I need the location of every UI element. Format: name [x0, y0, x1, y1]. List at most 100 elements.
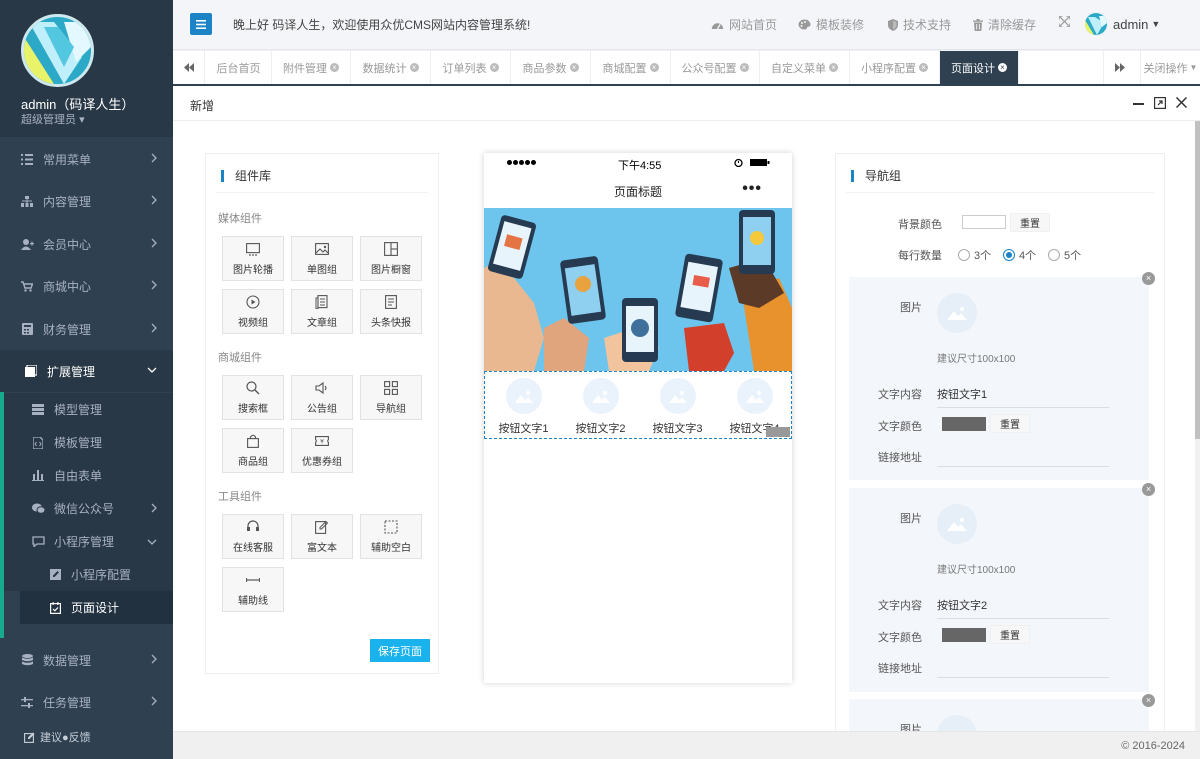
- per-row-radio-3[interactable]: 3个: [958, 247, 991, 263]
- text-color-reset-button[interactable]: 重置: [990, 414, 1030, 433]
- tab-dashboard[interactable]: 后台首页: [206, 51, 272, 84]
- tab-scroll-left-button[interactable]: [173, 51, 205, 84]
- sidebar-toggle-button[interactable]: [190, 13, 212, 35]
- bg-color-reset-button[interactable]: 重置: [1010, 213, 1050, 232]
- more-icon[interactable]: •••: [742, 181, 762, 197]
- sidebar-item-finance[interactable]: 财务管理: [0, 308, 173, 350]
- chevron-right-icon: [151, 280, 157, 290]
- component-products[interactable]: 商品组: [222, 428, 284, 473]
- minimize-button[interactable]: [1133, 103, 1144, 105]
- tab-attachments[interactable]: 附件管理 ×: [272, 51, 351, 84]
- site-home-link[interactable]: 网站首页: [711, 16, 777, 33]
- close-operations-dropdown[interactable]: 关闭操作 ▼: [1140, 51, 1200, 84]
- component-image-carousel[interactable]: 图片轮播: [222, 236, 284, 281]
- text-color-reset-button[interactable]: 重置: [990, 625, 1030, 644]
- text-input[interactable]: 按钮文字1: [937, 386, 1109, 408]
- nav-button-label: 按钮文字2: [575, 423, 626, 435]
- component-image-window[interactable]: 图片橱窗: [360, 236, 422, 281]
- component-divider-line[interactable]: 辅助线: [222, 567, 284, 612]
- sidebar-subitem-miniprogram-config[interactable]: 小程序配置: [4, 558, 173, 591]
- tab-official-account-config[interactable]: 公众号配置 ×: [671, 51, 760, 84]
- component-coupons[interactable]: ¥ 优惠券组: [291, 428, 353, 473]
- link-input[interactable]: [937, 677, 1109, 678]
- sidebar-item-common[interactable]: 常用菜单: [0, 138, 173, 180]
- tab-close-icon[interactable]: ×: [739, 63, 749, 72]
- bg-color-picker[interactable]: [962, 215, 1006, 229]
- component-blank-space[interactable]: 辅助空白: [360, 514, 422, 559]
- component-library-panel: 组件库 媒体组件 图片轮播 单图组 图片橱窗 视频组 文章组 头条快报 商城组件…: [205, 153, 439, 674]
- nav-button-3[interactable]: 按钮文字3: [639, 378, 716, 436]
- tab-miniprogram-config[interactable]: 小程序配置 ×: [850, 51, 940, 84]
- feedback-link[interactable]: 建议●反馈: [0, 715, 173, 759]
- tab-label: 商城配置: [602, 62, 647, 75]
- delete-component-button[interactable]: [766, 427, 790, 437]
- radio-label: 3个: [974, 250, 992, 262]
- component-customer-service[interactable]: 在线客服: [222, 514, 284, 559]
- tab-product-params[interactable]: 商品参数 ×: [511, 51, 591, 84]
- navigation-group-preview[interactable]: 按钮文字1 按钮文字2 按钮文字3 按钮文字4: [484, 371, 792, 439]
- sidebar-subitem-wechat[interactable]: 微信公众号: [4, 492, 173, 525]
- remove-card-button[interactable]: ×: [1142, 272, 1155, 285]
- close-button[interactable]: [1176, 97, 1187, 108]
- sidebar-subitem-forms[interactable]: 自由表单: [4, 459, 173, 492]
- link-input[interactable]: [937, 466, 1109, 467]
- banner-image[interactable]: [484, 208, 792, 371]
- text-color-picker[interactable]: [942, 417, 986, 431]
- sidebar-item-data[interactable]: 数据管理: [0, 639, 173, 681]
- tab-close-icon[interactable]: ×: [489, 63, 499, 72]
- chat-icon: [31, 535, 45, 549]
- remove-card-button[interactable]: ×: [1142, 483, 1155, 496]
- text-input[interactable]: 按钮文字2: [937, 597, 1109, 619]
- per-row-radio-5[interactable]: 5个: [1048, 247, 1081, 263]
- admin-menu[interactable]: admin ▼: [1085, 13, 1160, 35]
- fullscreen-button[interactable]: [1059, 16, 1075, 27]
- component-search[interactable]: 搜索框: [222, 375, 284, 420]
- tab-orders[interactable]: 订单列表 ×: [431, 51, 511, 84]
- tab-label: 订单列表: [442, 62, 487, 75]
- tab-close-icon[interactable]: ×: [330, 63, 339, 72]
- component-notice[interactable]: 公告组: [291, 375, 353, 420]
- template-decorate-link[interactable]: 模板装修: [798, 16, 864, 33]
- sidebar-subitem-page-design[interactable]: 页面设计: [20, 591, 173, 624]
- per-row-radio-4[interactable]: 4个: [1003, 247, 1036, 263]
- tab-scroll-right-button[interactable]: [1103, 51, 1135, 84]
- tab-close-icon[interactable]: ×: [569, 63, 579, 72]
- nav-button-2[interactable]: 按钮文字2: [562, 378, 639, 436]
- sidebar-item-shop[interactable]: 商城中心: [0, 265, 173, 307]
- remove-card-button[interactable]: ×: [1142, 694, 1155, 707]
- tab-close-icon[interactable]: ×: [649, 63, 659, 72]
- sidebar-subitem-miniprogram[interactable]: 小程序管理: [4, 525, 173, 558]
- sidebar-subitem-models[interactable]: 模型管理: [4, 393, 173, 426]
- tab-close-icon[interactable]: ×: [919, 63, 928, 72]
- user-add-icon: [20, 237, 34, 251]
- sidebar-subitem-templates[interactable]: 模板管理: [4, 426, 173, 459]
- text-color-picker[interactable]: [942, 628, 986, 642]
- user-role-dropdown[interactable]: 超级管理员 ▾: [21, 111, 85, 127]
- tab-close-icon[interactable]: ×: [409, 63, 419, 72]
- tab-close-icon[interactable]: ×: [998, 63, 1007, 72]
- component-single-image[interactable]: 单图组: [291, 236, 353, 281]
- component-article[interactable]: 文章组: [291, 289, 353, 334]
- sidebar-item-extensions[interactable]: 扩展管理: [0, 350, 173, 392]
- tech-support-link[interactable]: 技术支持: [888, 16, 951, 33]
- component-video[interactable]: 视频组: [222, 289, 284, 334]
- tab-custom-menu[interactable]: 自定义菜单 ×: [760, 51, 850, 84]
- component-navigation[interactable]: 导航组: [360, 375, 422, 420]
- component-rich-text[interactable]: 富文本: [291, 514, 353, 559]
- tab-close-icon[interactable]: ×: [829, 63, 838, 72]
- tab-statistics[interactable]: 数据统计 ×: [351, 51, 431, 84]
- image-upload-button[interactable]: [937, 293, 977, 333]
- nav-button-1[interactable]: 按钮文字1: [485, 378, 562, 436]
- tab-shop-config[interactable]: 商城配置 ×: [591, 51, 671, 84]
- maximize-button[interactable]: [1154, 97, 1166, 109]
- nav-button-card-3: × 图片: [849, 694, 1155, 731]
- scrollbar-thumb[interactable]: [1195, 121, 1200, 439]
- save-page-button[interactable]: 保存页面: [370, 639, 430, 662]
- clear-cache-link[interactable]: 清除缓存: [973, 16, 1036, 33]
- image-upload-button[interactable]: [937, 715, 977, 731]
- tab-page-design[interactable]: 页面设计 ×: [940, 51, 1019, 84]
- sidebar-item-content[interactable]: 内容管理: [0, 180, 173, 222]
- component-headline[interactable]: 头条快报: [360, 289, 422, 334]
- sidebar-item-members[interactable]: 会员中心: [0, 223, 173, 265]
- image-upload-button[interactable]: [937, 504, 977, 544]
